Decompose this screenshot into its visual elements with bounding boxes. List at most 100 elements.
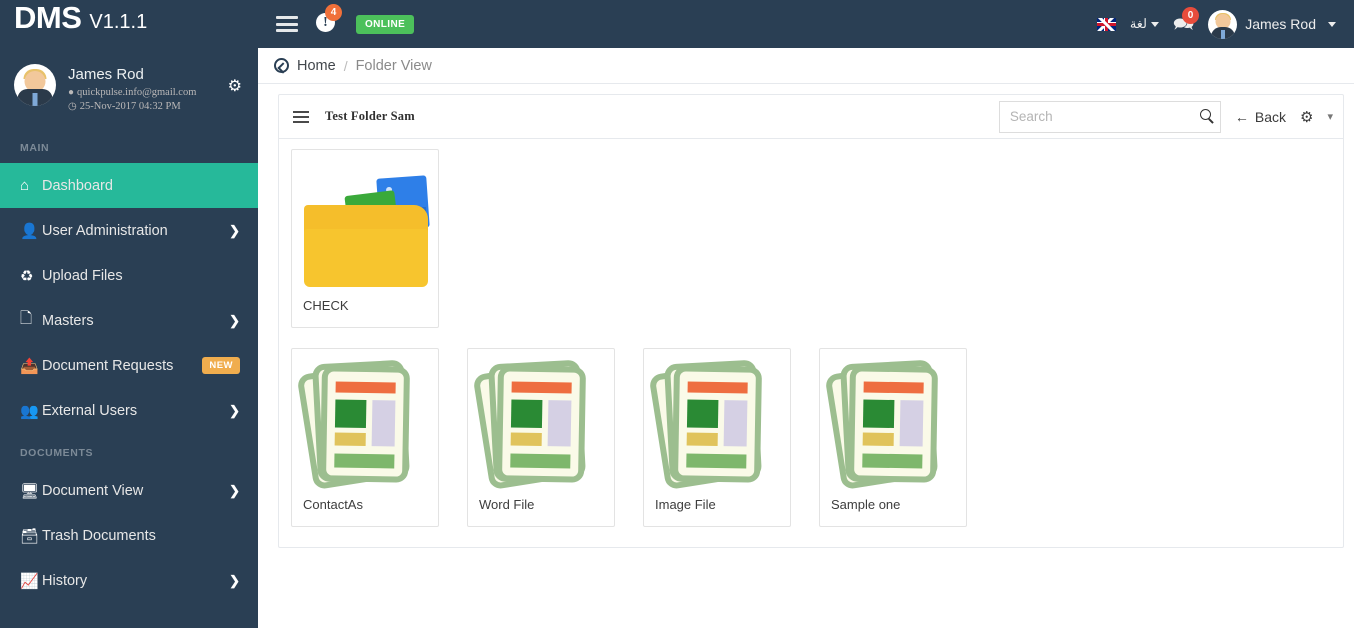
status-badge[interactable]: ONLINE (356, 14, 415, 34)
hamburger-icon[interactable] (276, 16, 298, 32)
breadcrumb-home[interactable]: Home (297, 58, 336, 74)
document-stack-icon (648, 357, 782, 495)
export-icon: 📤 (20, 357, 39, 375)
sidebar-item-label: Trash Documents (42, 527, 156, 544)
breadcrumb-separator: / (343, 57, 348, 74)
sidebar-section-main-title: MAIN (20, 142, 50, 154)
avatar (1208, 9, 1238, 39)
monitor-icon: 🖥 (20, 482, 40, 500)
sidebar-item-document-requests[interactable]: 📤 Document Requests NEW (0, 343, 258, 388)
document-stack-icon (296, 357, 430, 495)
file-tile[interactable]: Sample one (819, 348, 967, 527)
sidebar-item-dashboard[interactable]: ⌂ Dashboard (0, 163, 258, 208)
panel-header: Test Folder Sam ← Back ⚙ ▾ (279, 95, 1343, 139)
folder-tile[interactable]: CHECK (291, 149, 439, 328)
panel-title: Test Folder Sam (325, 109, 415, 123)
file-tile[interactable]: Word File (467, 348, 615, 527)
sidebar-item-user-administration[interactable]: 👤 User Administration ❯ (0, 208, 258, 253)
file-tile[interactable]: ContactAs (291, 348, 439, 527)
sidebar-item-label: History (42, 572, 88, 589)
profile-email: quickpulse.info@gmail.com (77, 87, 197, 98)
alert-count-badge: 4 (325, 4, 342, 21)
sidebar-item-label: Dashboard (42, 177, 113, 194)
sidebar-item-label: Upload Files (42, 267, 123, 284)
header-right-tools: لغة 🗪 0 James Rod (1096, 6, 1354, 39)
sidebar-item-trash-documents[interactable]: 🗃 Trash Documents (0, 513, 258, 558)
message-count-badge: 0 (1182, 6, 1200, 24)
folder-icon (300, 158, 430, 296)
file-icon: 🗋 (20, 310, 33, 327)
location-pin-icon: ● (68, 87, 75, 98)
sidebar-item-label: External Users (42, 402, 138, 419)
file-name: ContactAs (303, 497, 363, 512)
profile-name: James Rod (68, 66, 144, 83)
sidebar-item-upload-files[interactable]: ♻ Upload Files (0, 253, 258, 298)
chevron-right-icon: ❯ (229, 312, 240, 328)
circle-arrow-left-icon[interactable] (274, 58, 289, 73)
language-label: لغة (1129, 16, 1148, 31)
chevron-down-icon (1328, 21, 1336, 27)
uk-flag-icon[interactable] (1096, 17, 1116, 31)
header-left-tools: ! 4 ONLINE (258, 4, 415, 35)
recycle-icon: ♻ (20, 267, 34, 285)
avatar (14, 64, 56, 106)
user-shared-icon: 👥 (20, 402, 39, 420)
sidebar-item-external-users[interactable]: 👥 External Users ❯ (0, 388, 258, 433)
sidebar-item-label: Document View (42, 482, 144, 499)
sidebar-item-document-view[interactable]: 🖥 Document View ❯ (0, 468, 258, 513)
back-button-label: Back (1254, 108, 1287, 125)
messages-button[interactable]: 🗪 0 (1173, 6, 1200, 33)
chart-area-icon: 📈 (20, 572, 39, 590)
document-stack-icon (472, 357, 606, 495)
profile-email-row: ● quickpulse.info@gmail.com (68, 86, 196, 100)
file-tile[interactable]: Image File (643, 348, 791, 527)
app-root: DMS V1.1.1 ! 4 ONLINE لغة 🗪 0 James Rod … (0, 0, 1354, 628)
sidebar-section-documents-title: DOCUMENTS (20, 447, 94, 459)
sidebar-item-label: User Administration (42, 222, 168, 239)
back-button[interactable]: ← Back (1235, 109, 1286, 125)
clock-icon: ◷ (68, 101, 77, 112)
user-menu-label: James Rod (1245, 16, 1316, 32)
sidebar-item-masters[interactable]: 🗋 Masters ❯ (0, 298, 258, 343)
sidebar: James Rod ● quickpulse.info@gmail.com ◷ 25… (0, 48, 258, 628)
main-content: Home / Folder View Test Folder Sam ← Bac… (258, 48, 1354, 628)
user-menu[interactable]: James Rod (1208, 9, 1336, 39)
breadcrumb-current: Folder View (355, 57, 432, 74)
user-icon: 👤 (20, 222, 39, 240)
file-grid-row: ContactAs Word File Image File Sample on… (291, 348, 1331, 527)
file-name: Sample one (831, 497, 901, 512)
sidebar-profile: James Rod ● quickpulse.info@gmail.com ◷ 25… (0, 48, 258, 128)
top-header: DMS V1.1.1 ! 4 ONLINE لغة 🗪 0 James Rod (0, 0, 1354, 48)
sidebar-item-label: Document Requests (42, 357, 174, 374)
brand-logo[interactable]: DMS V1.1.1 (0, 0, 258, 48)
file-name: Word File (479, 497, 535, 512)
alerts-button[interactable]: ! 4 (316, 4, 342, 35)
gear-icon[interactable]: ⚙ (1300, 108, 1313, 126)
chevron-down-icon[interactable]: ▾ (1327, 110, 1333, 123)
profile-datetime: 25-Nov-2017 04:32 PM (79, 101, 181, 112)
breadcrumb: Home / Folder View (258, 48, 1354, 84)
new-badge: NEW (202, 357, 240, 374)
chevron-down-icon (1151, 22, 1160, 28)
search-input[interactable] (999, 101, 1220, 132)
database-icon: 🗃 (20, 527, 40, 545)
folder-name: CHECK (303, 298, 349, 313)
panel-tools: ← Back ⚙ ▾ (998, 100, 1333, 133)
home-icon: ⌂ (20, 177, 30, 194)
folder-panel: Test Folder Sam ← Back ⚙ ▾ (278, 94, 1344, 548)
language-selector[interactable]: لغة (1129, 16, 1160, 32)
search-box (998, 100, 1221, 133)
gear-icon[interactable]: ⚙ (228, 76, 242, 96)
folder-grid-row: CHECK (291, 149, 1331, 328)
file-name: Image File (655, 497, 716, 512)
panel-body: CHECK ContactAs Word File Image File Sam… (279, 139, 1343, 547)
document-stack-icon (824, 357, 958, 495)
chevron-right-icon: ❯ (229, 482, 240, 498)
chevron-right-icon: ❯ (229, 222, 240, 238)
grip-lines-icon[interactable] (293, 110, 309, 123)
sidebar-item-history[interactable]: 📈 History ❯ (0, 558, 258, 603)
brand-name: DMS (14, 0, 82, 35)
sidebar-profile-info: James Rod ● quickpulse.info@gmail.com ◷ 25… (68, 64, 196, 114)
chevron-right-icon: ❯ (229, 402, 240, 418)
profile-datetime-row: ◷ 25-Nov-2017 04:32 PM (68, 100, 196, 114)
